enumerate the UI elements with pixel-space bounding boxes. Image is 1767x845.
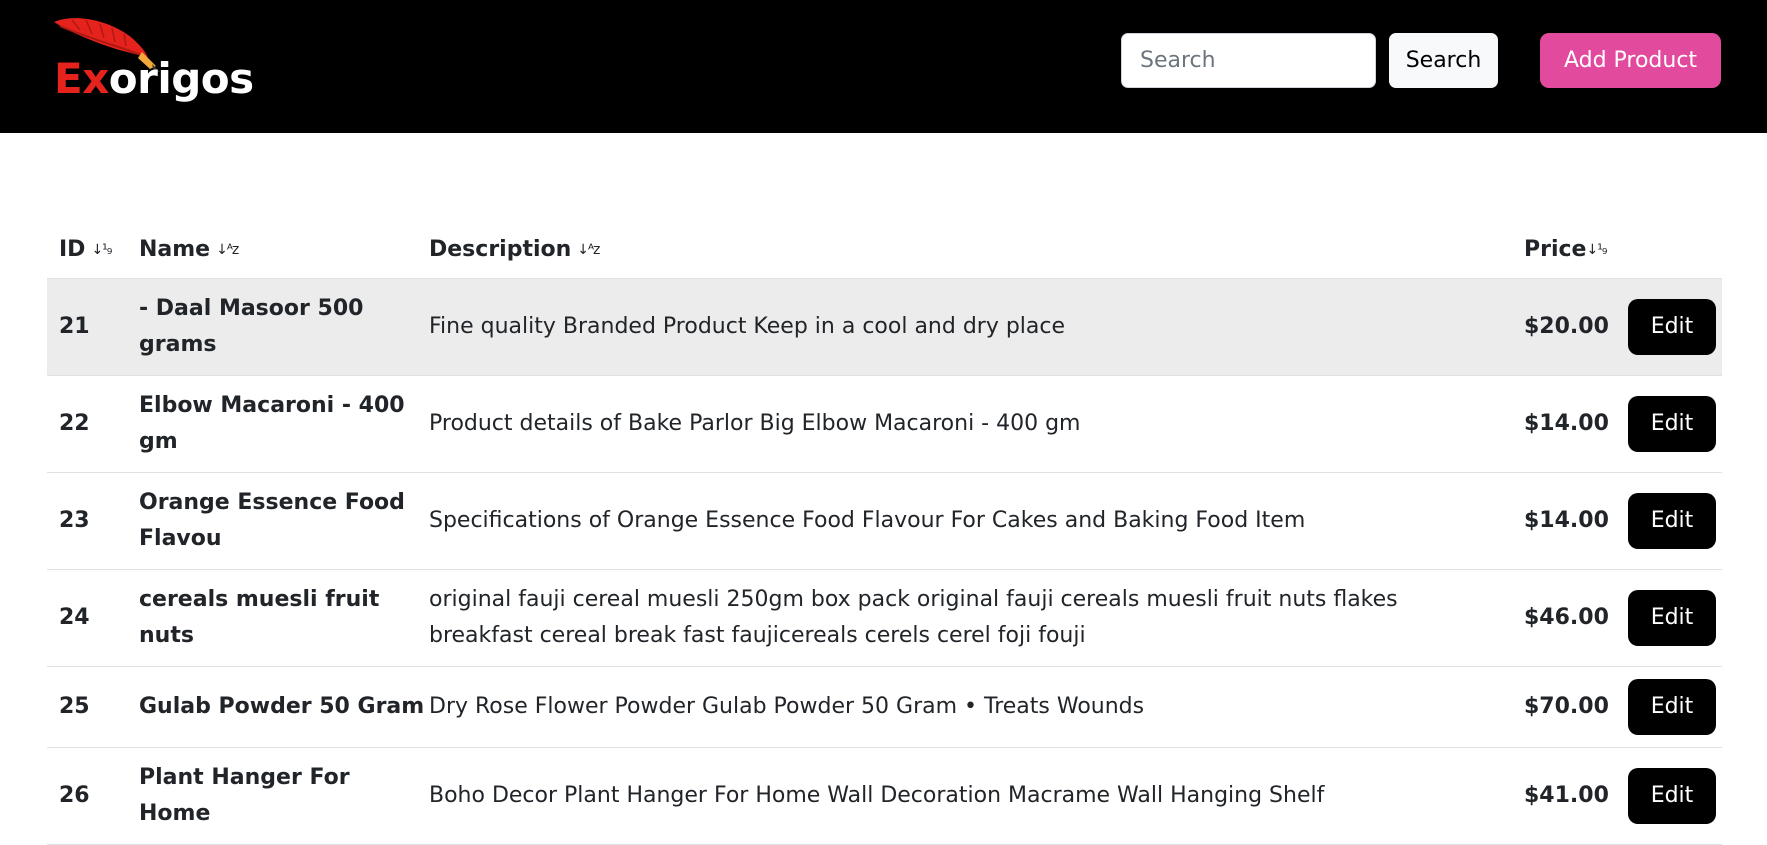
products-table: ID ↓¹₉ Name ↓ᴬz Description ↓ᴬz Price↓¹₉ 21… bbox=[47, 222, 1722, 845]
edit-button[interactable]: Edit bbox=[1628, 395, 1716, 452]
cell-name: Gulab Powder 50 Gram bbox=[127, 666, 424, 748]
cell-description: Specifications of Orange Essence Food Fl… bbox=[417, 472, 1512, 570]
cell-id: 26 bbox=[47, 747, 127, 845]
edit-button[interactable]: Edit bbox=[1628, 298, 1716, 355]
table-row[interactable]: 21 - Daal Masoor 500 grams Fine quality … bbox=[47, 278, 1722, 376]
cell-id: 23 bbox=[47, 472, 127, 570]
column-header-actions bbox=[1616, 222, 1722, 279]
sort-numeric-icon[interactable]: ↓¹₉ bbox=[1586, 242, 1607, 258]
cell-name: Elbow Macaroni - 400 gm bbox=[127, 375, 417, 473]
edit-button[interactable]: Edit bbox=[1628, 678, 1716, 735]
cell-actions: Edit bbox=[1616, 278, 1722, 376]
column-header-name[interactable]: Name ↓ᴬz bbox=[127, 222, 417, 279]
cell-description: original fauji cereal muesli 250gm box p… bbox=[417, 569, 1512, 667]
column-header-price[interactable]: Price↓¹₉ bbox=[1512, 222, 1616, 279]
brand-logo[interactable]: Exorigos bbox=[52, 14, 262, 110]
top-navbar: Exorigos Search Add Product bbox=[0, 0, 1767, 133]
edit-button[interactable]: Edit bbox=[1628, 492, 1716, 549]
cell-description: Dry Rose Flower Powder Gulab Powder 50 G… bbox=[417, 666, 1512, 748]
cell-actions: Edit bbox=[1616, 747, 1722, 845]
sort-alpha-icon[interactable]: ↓ᴬz bbox=[216, 242, 239, 258]
table-header-row: ID ↓¹₉ Name ↓ᴬz Description ↓ᴬz Price↓¹₉ bbox=[47, 222, 1722, 279]
cell-actions: Edit bbox=[1616, 375, 1722, 473]
cell-id: 22 bbox=[47, 375, 127, 473]
column-header-description[interactable]: Description ↓ᴬz bbox=[417, 222, 1512, 279]
search-button[interactable]: Search bbox=[1389, 33, 1498, 88]
edit-button[interactable]: Edit bbox=[1628, 589, 1716, 646]
cell-name: Plant Hanger For Home bbox=[127, 747, 417, 845]
cell-id: 21 bbox=[47, 278, 127, 376]
cell-price: $20.00 bbox=[1512, 278, 1616, 376]
cell-price: $46.00 bbox=[1512, 569, 1616, 667]
brand-wordmark: Exorigos bbox=[54, 58, 254, 100]
table-row[interactable]: 25 Gulab Powder 50 Gram Dry Rose Flower … bbox=[47, 666, 1722, 748]
table-row[interactable]: 23 Orange Essence Food Flavou Specificat… bbox=[47, 472, 1722, 570]
cell-description: Product details of Bake Parlor Big Elbow… bbox=[417, 375, 1512, 473]
column-header-price-label: Price bbox=[1524, 237, 1587, 263]
column-header-id[interactable]: ID ↓¹₉ bbox=[47, 222, 127, 279]
table-row[interactable]: 26 Plant Hanger For Home Boho Decor Plan… bbox=[47, 747, 1722, 845]
cell-description: Boho Decor Plant Hanger For Home Wall De… bbox=[417, 747, 1512, 845]
cell-name: Orange Essence Food Flavou bbox=[127, 472, 417, 570]
cell-price: $14.00 bbox=[1512, 472, 1616, 570]
column-header-id-label: ID bbox=[59, 237, 86, 263]
cell-price: $14.00 bbox=[1512, 375, 1616, 473]
column-header-description-label: Description bbox=[429, 237, 572, 263]
column-header-name-label: Name bbox=[139, 237, 211, 263]
edit-button[interactable]: Edit bbox=[1628, 767, 1716, 824]
cell-name: cereals muesli fruit nuts bbox=[127, 569, 417, 667]
sort-alpha-icon[interactable]: ↓ᴬz bbox=[577, 242, 600, 258]
cell-price: $70.00 bbox=[1512, 666, 1616, 748]
cell-description: Fine quality Branded Product Keep in a c… bbox=[417, 278, 1512, 376]
search-input[interactable] bbox=[1121, 33, 1376, 88]
sort-numeric-icon[interactable]: ↓¹₉ bbox=[91, 242, 112, 258]
add-product-button[interactable]: Add Product bbox=[1540, 33, 1721, 88]
cell-id: 25 bbox=[47, 666, 127, 748]
cell-price: $41.00 bbox=[1512, 747, 1616, 845]
cell-actions: Edit bbox=[1616, 472, 1722, 570]
cell-actions: Edit bbox=[1616, 569, 1722, 667]
cell-actions: Edit bbox=[1616, 666, 1722, 748]
cell-id: 24 bbox=[47, 569, 127, 667]
cell-name: - Daal Masoor 500 grams bbox=[127, 278, 417, 376]
brand-wordmark-part1: Ex bbox=[54, 54, 109, 103]
brand-wordmark-part2: origos bbox=[108, 54, 254, 103]
table-row[interactable]: 24 cereals muesli fruit nuts original fa… bbox=[47, 569, 1722, 667]
table-row[interactable]: 22 Elbow Macaroni - 400 gm Product detai… bbox=[47, 375, 1722, 473]
